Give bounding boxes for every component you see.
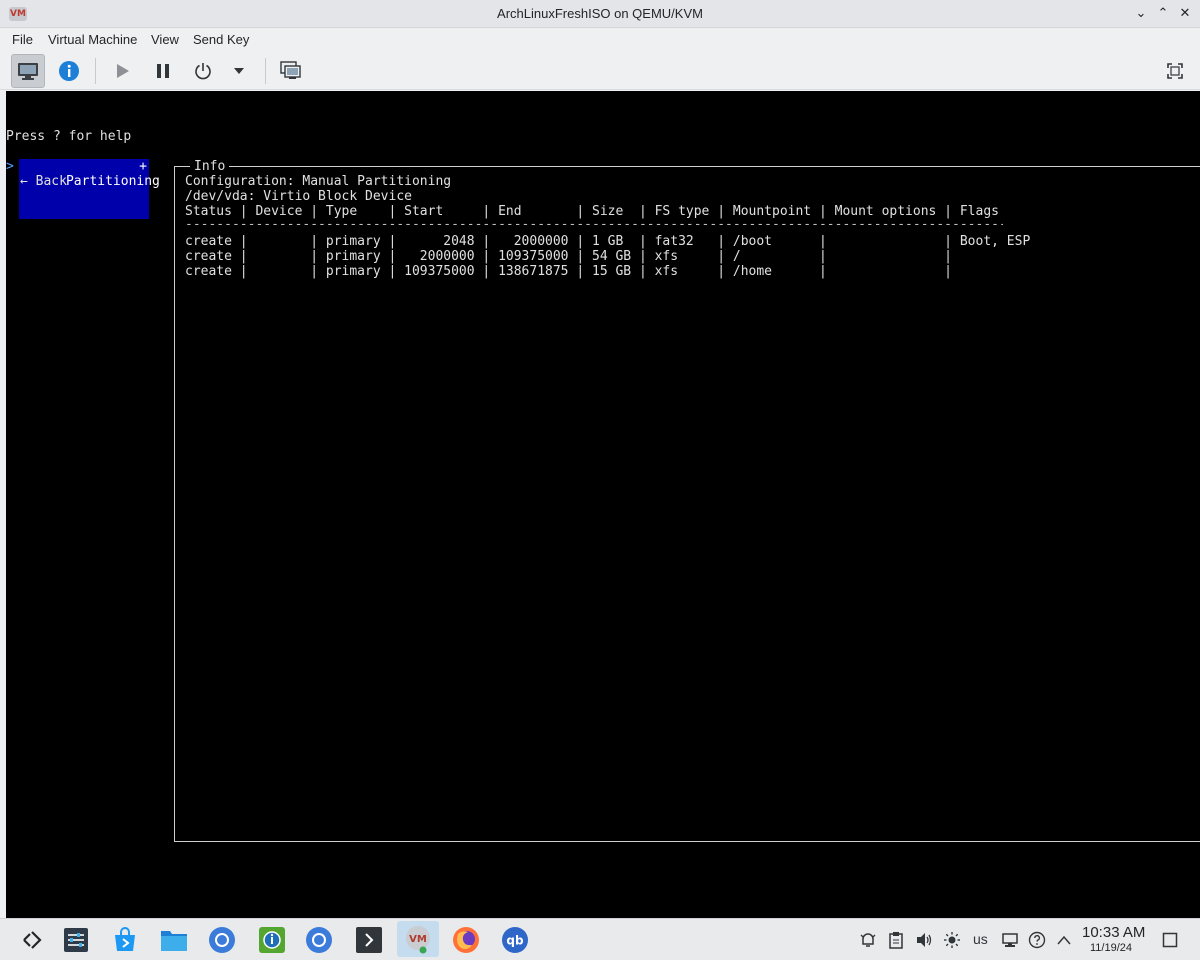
firefox-icon bbox=[453, 927, 479, 953]
minimize-button[interactable]: ⌄ bbox=[1130, 3, 1152, 25]
menu-selected-marker: > bbox=[6, 159, 14, 174]
clock-time[interactable]: 10:33 AM bbox=[1082, 924, 1145, 941]
qbittorrent-icon: qb bbox=[502, 927, 528, 953]
toolbar-separator bbox=[95, 58, 96, 84]
details-info-icon bbox=[59, 61, 79, 81]
title-bar[interactable]: VM ArchLinuxFreshISO on QEMU/KVM ⌄ ⌃ ✕ bbox=[0, 0, 1200, 28]
console-button[interactable] bbox=[11, 54, 45, 88]
tray-expand-chevron-icon[interactable] bbox=[1054, 930, 1074, 950]
pause-button[interactable] bbox=[146, 54, 180, 88]
volume-icon[interactable] bbox=[914, 930, 934, 950]
fullscreen-button[interactable] bbox=[1158, 54, 1192, 88]
info-panel-title: Info bbox=[190, 159, 230, 174]
taskbar: VM qb us 10:33 AM 11/19/24 bbox=[0, 918, 1200, 960]
chromium-button[interactable] bbox=[206, 924, 238, 956]
terminal-icon bbox=[356, 927, 382, 953]
menu-item-partitioning[interactable]: Partitioning + bbox=[19, 159, 160, 219]
snapshots-button[interactable] bbox=[274, 54, 308, 88]
console-icon bbox=[18, 63, 38, 80]
chromium-alt-button[interactable] bbox=[303, 924, 335, 956]
chromium-icon bbox=[209, 927, 235, 953]
run-button[interactable] bbox=[105, 54, 139, 88]
config-line: Configuration: Manual Partitioning bbox=[185, 174, 452, 189]
toolbar-separator bbox=[265, 58, 266, 84]
app-launcher-icon bbox=[23, 931, 42, 949]
toolbar bbox=[0, 52, 1200, 90]
svg-text:qb: qb bbox=[506, 934, 524, 948]
virt-manager-icon: VM bbox=[406, 926, 430, 954]
discover-store-button[interactable] bbox=[109, 924, 141, 956]
file-manager-button[interactable] bbox=[158, 924, 190, 956]
brightness-icon[interactable] bbox=[942, 930, 962, 950]
vm-window: VM ArchLinuxFreshISO on QEMU/KVM ⌄ ⌃ ✕ F… bbox=[0, 0, 1200, 918]
menu-file[interactable]: File bbox=[12, 32, 33, 47]
keepassxc-icon bbox=[259, 927, 285, 953]
menu-send-key[interactable]: Send Key bbox=[193, 32, 249, 47]
fullscreen-icon bbox=[1167, 63, 1183, 79]
menu-bar: File Virtual Machine View Send Key bbox=[0, 28, 1200, 52]
menu-view[interactable]: View bbox=[151, 32, 179, 47]
system-settings-icon bbox=[64, 928, 88, 952]
file-manager-icon bbox=[161, 931, 187, 951]
system-settings-button[interactable] bbox=[60, 924, 92, 956]
help-hint-text: Press ? for help bbox=[6, 129, 132, 144]
app-launcher-button[interactable] bbox=[16, 924, 48, 956]
menu-item-partitioning-label: Partitioning bbox=[65, 174, 160, 189]
shutdown-menu-button[interactable] bbox=[223, 54, 255, 88]
guest-console-display[interactable]: Press ? for help > Partitioning + ← Back… bbox=[6, 91, 1200, 918]
discover-store-icon bbox=[115, 927, 135, 951]
notifications-icon[interactable] bbox=[858, 930, 878, 950]
maximize-button[interactable]: ⌃ bbox=[1152, 3, 1174, 25]
shutdown-menu-arrow-icon bbox=[234, 68, 244, 74]
shutdown-button[interactable] bbox=[186, 54, 220, 88]
qbittorrent-button[interactable]: qb bbox=[499, 924, 531, 956]
terminal-button[interactable] bbox=[353, 924, 385, 956]
partition-table-row: create | | primary | 2048 | 2000000 | 1 … bbox=[185, 234, 1031, 249]
close-button[interactable]: ✕ bbox=[1174, 3, 1196, 25]
partition-table-divider: ----------------------------------------… bbox=[185, 217, 1003, 232]
run-icon bbox=[117, 64, 129, 78]
chromium-alt-icon bbox=[306, 927, 332, 953]
clock-date[interactable]: 11/19/24 bbox=[1090, 942, 1132, 954]
network-icon[interactable] bbox=[1000, 930, 1020, 950]
partition-table-row: create | | primary | 2000000 | 109375000… bbox=[185, 249, 953, 264]
window-title: ArchLinuxFreshISO on QEMU/KVM bbox=[497, 6, 703, 21]
svg-text:VM: VM bbox=[409, 934, 427, 945]
details-button[interactable] bbox=[52, 54, 86, 88]
pause-icon bbox=[157, 64, 169, 78]
menu-virtual-machine[interactable]: Virtual Machine bbox=[48, 32, 137, 47]
shutdown-icon bbox=[195, 63, 211, 80]
help-icon[interactable] bbox=[1027, 930, 1047, 950]
partition-table-row: create | | primary | 109375000 | 1386718… bbox=[185, 264, 953, 279]
device-line: /dev/vda: Virtio Block Device bbox=[185, 189, 412, 204]
firefox-button[interactable] bbox=[450, 924, 482, 956]
snapshots-icon bbox=[280, 61, 301, 79]
clipboard-icon[interactable] bbox=[886, 930, 906, 950]
menu-item-partitioning-suffix: + bbox=[139, 159, 147, 174]
keyboard-layout-indicator[interactable]: us bbox=[973, 931, 988, 947]
show-desktop-icon[interactable] bbox=[1160, 930, 1180, 950]
virt-manager-taskbar-button[interactable]: VM bbox=[397, 921, 439, 957]
menu-item-back[interactable]: ← Back bbox=[20, 174, 67, 189]
keepassxc-button[interactable] bbox=[256, 924, 288, 956]
